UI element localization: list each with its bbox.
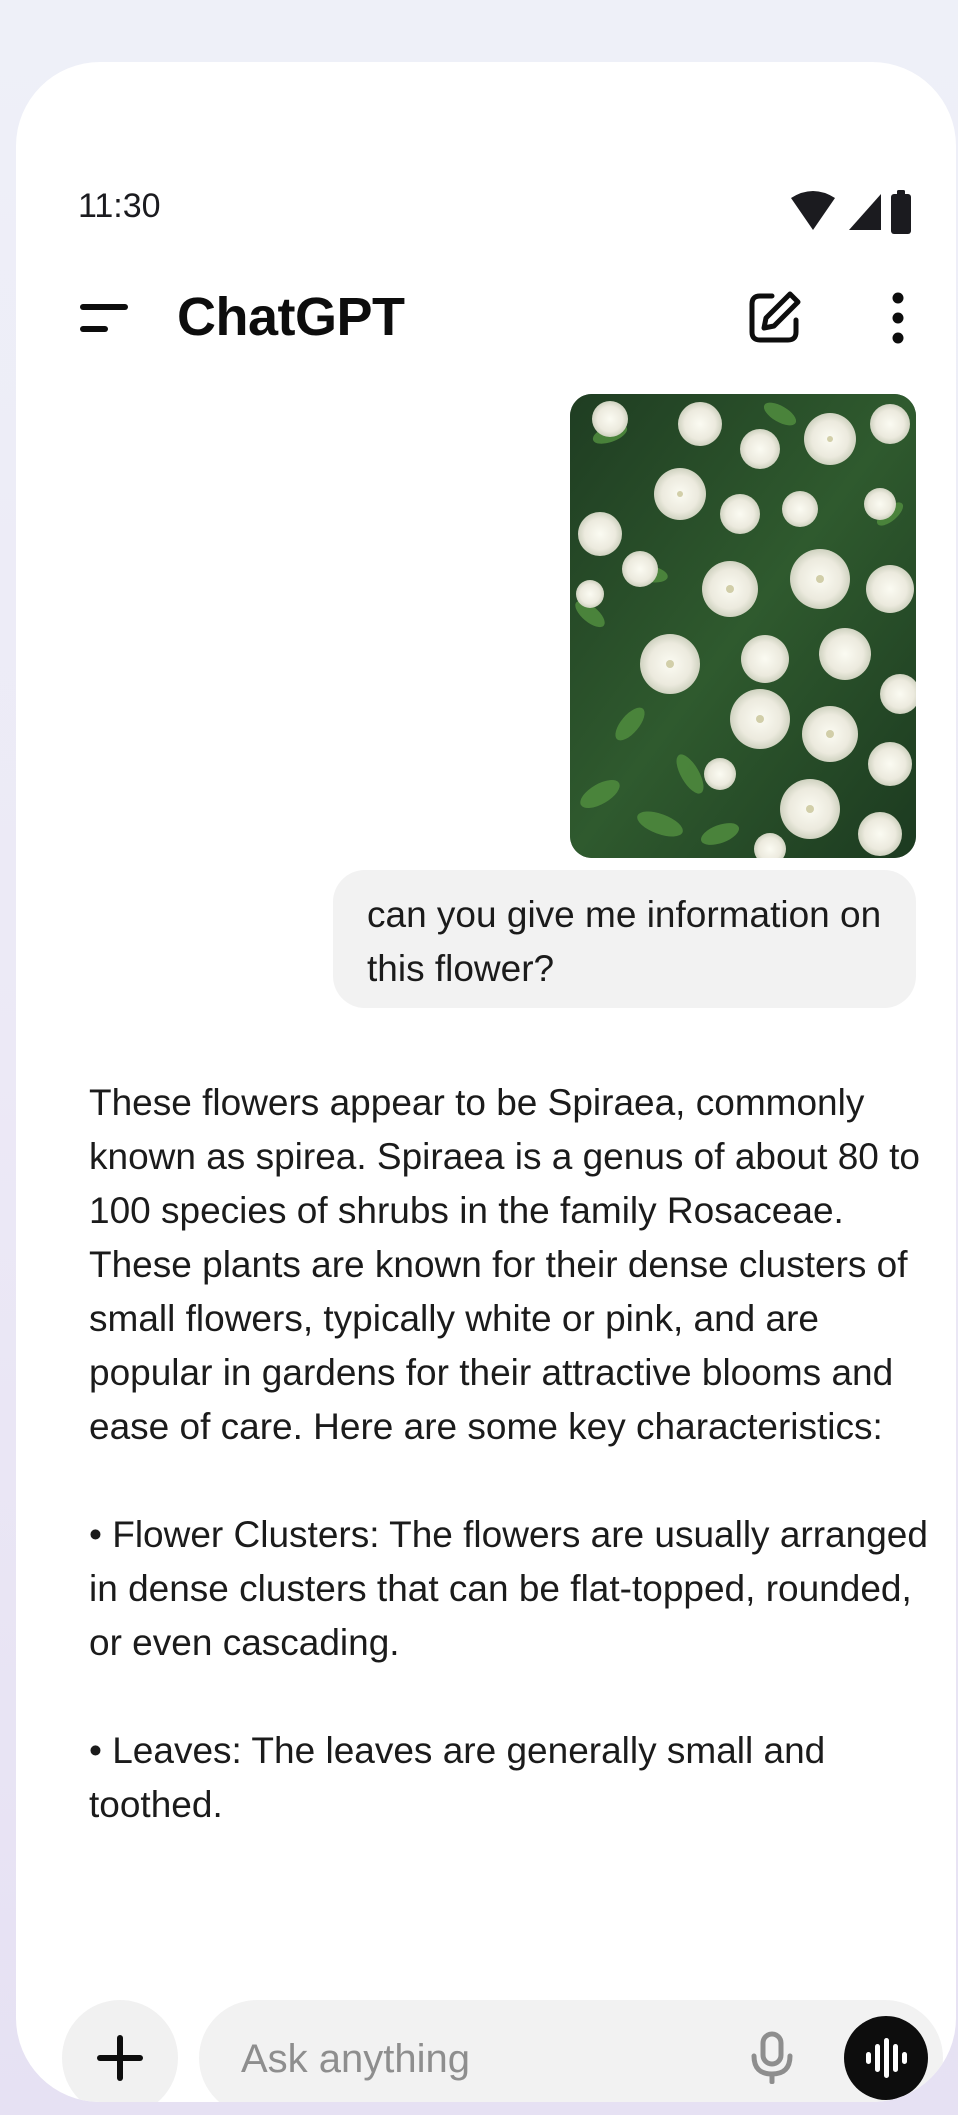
assistant-bullet: • Leaves: The leaves are generally small… (89, 1730, 826, 1825)
assistant-bullet: • Flower Clusters: The flowers are usual… (89, 1514, 928, 1663)
user-message-bubble: can you give me information on this flow… (333, 870, 916, 1008)
add-attachment-button[interactable] (62, 2000, 178, 2102)
plus-icon (97, 2035, 143, 2081)
wifi-icon (791, 191, 835, 230)
edit-icon[interactable] (744, 288, 804, 348)
ask-input[interactable] (239, 2028, 723, 2090)
flower-photo (570, 394, 916, 858)
signal-icon (849, 194, 881, 230)
status-time: 11:30 (78, 187, 161, 225)
battery-icon (891, 190, 911, 234)
assistant-paragraph: These flowers appear to be Spiraea, comm… (89, 1082, 920, 1447)
composer-bar (199, 2000, 943, 2102)
user-uploaded-flower-image[interactable] (570, 394, 916, 858)
status-icons (791, 190, 911, 234)
assistant-message: These flowers appear to be Spiraea, comm… (89, 1076, 929, 1832)
app-title: ChatGPT (177, 287, 405, 347)
menu-icon[interactable] (76, 298, 132, 338)
microphone-icon[interactable] (744, 2030, 800, 2086)
voice-mode-button[interactable] (844, 2016, 928, 2100)
voice-mode-icon (866, 2038, 907, 2078)
more-vertical-icon[interactable] (882, 290, 914, 346)
phone-screen: 11:30 ChatGPT can you give me informatio… (16, 62, 956, 2102)
